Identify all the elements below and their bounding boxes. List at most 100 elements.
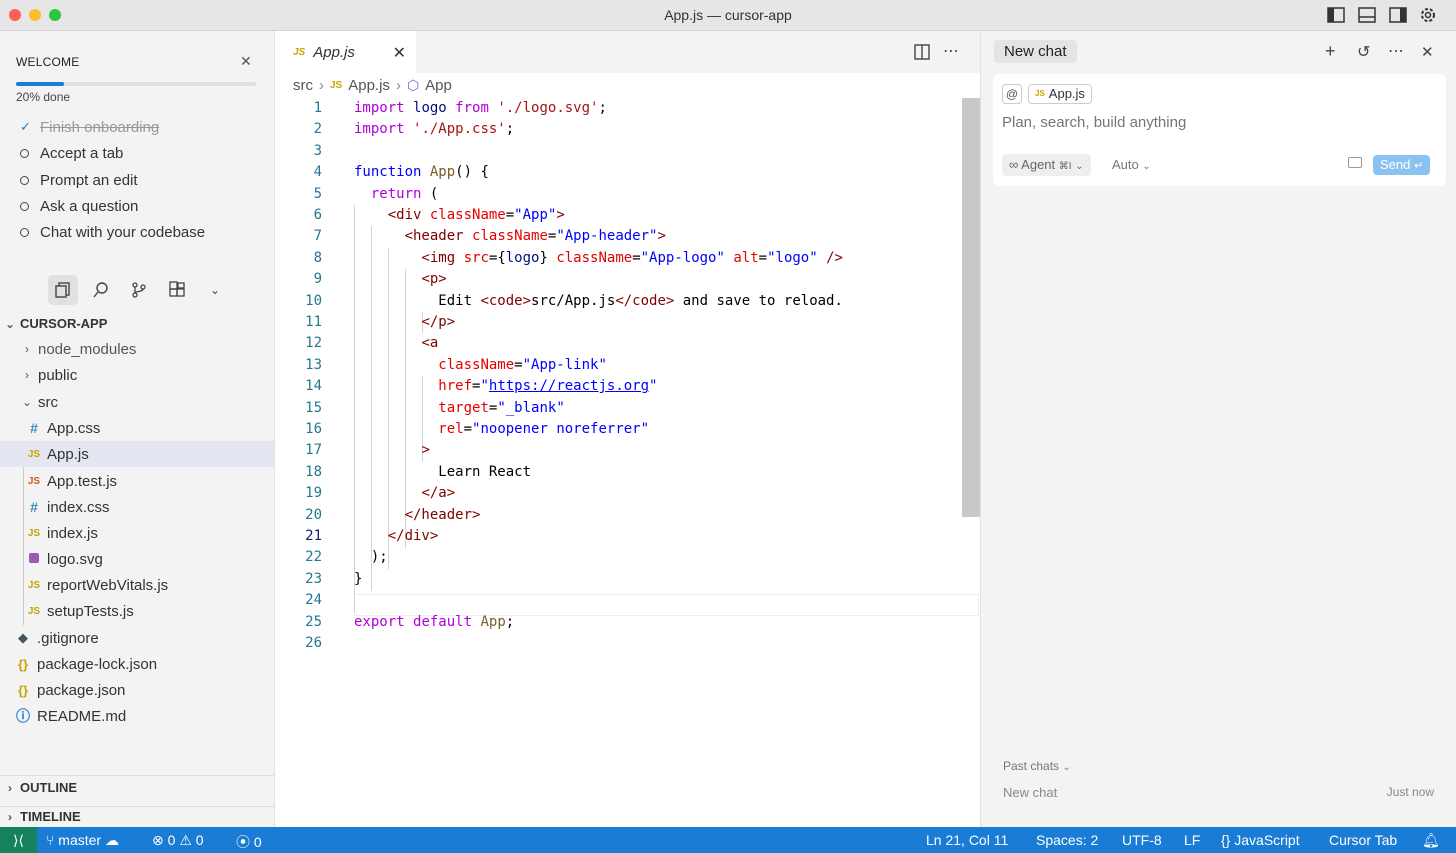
end-of-line[interactable]: LF — [1184, 832, 1200, 848]
editor-scrollbar[interactable] — [962, 98, 980, 517]
settings-gear-icon[interactable] — [1418, 5, 1438, 25]
code-line: 18 Learn React — [305, 463, 532, 480]
breadcrumb-file[interactable]: App.js — [348, 77, 390, 94]
code-line: 5 return ( — [313, 185, 439, 202]
breadcrumb: src › JS App.js › ⬡ App — [293, 77, 452, 94]
code-line: 12 <a — [305, 335, 439, 352]
error-icon: ⊗ — [152, 832, 168, 848]
tree-file-index-css[interactable]: # index.css — [0, 494, 274, 520]
image-attach-icon[interactable] — [1348, 157, 1362, 168]
svg-file-icon — [24, 552, 44, 566]
broadcast-icon: ⦿ — [236, 834, 254, 850]
tree-folder-src[interactable]: ⌄ src — [0, 389, 274, 415]
past-chat-time: Just now — [1386, 785, 1434, 799]
title-bar: App.js — cursor-app — [0, 0, 1456, 31]
extensions-icon[interactable] — [162, 275, 192, 305]
code-line: 8 <img src={logo} className="App-logo" a… — [313, 249, 843, 266]
js-file-icon: JS — [27, 527, 41, 539]
task-prompt-edit[interactable]: Prompt an edit — [20, 170, 138, 190]
editor-tab-bar: JS App.js ✕ ⋯ — [275, 31, 980, 73]
toggle-panel-icon[interactable] — [1357, 5, 1377, 25]
sidebar-bottom-sections: › OUTLINE › TIMELINE — [0, 775, 274, 824]
tree-folder-public[interactable]: › public — [0, 362, 274, 388]
send-button[interactable]: Send ↵ — [1373, 155, 1431, 175]
toggle-secondary-sidebar-icon[interactable] — [1388, 5, 1408, 25]
chat-tab-new-chat[interactable]: New chat — [994, 40, 1077, 63]
js-file-icon: JS — [27, 448, 41, 460]
tree-file-logo-svg[interactable]: logo.svg — [0, 546, 274, 572]
cursor-position[interactable]: Ln 21, Col 11 — [926, 832, 1008, 848]
breadcrumb-src[interactable]: src — [293, 77, 313, 94]
chevron-right-icon: › — [25, 368, 29, 382]
model-dropdown[interactable]: Auto ⌄ — [1112, 154, 1151, 178]
past-chat-item[interactable]: New chat — [1003, 785, 1057, 800]
problems-indicator[interactable]: ⊗ 0 ⚠ 0 — [152, 832, 204, 849]
tree-file-index-js[interactable]: JS index.js — [0, 520, 274, 546]
past-chats-header[interactable]: Past chats ⌄ — [1003, 759, 1071, 773]
task-finish-onboarding[interactable]: ✓ Finish onboarding — [20, 117, 159, 137]
branch-icon: ⑂ — [46, 832, 59, 848]
explorer-icon[interactable] — [48, 275, 78, 305]
more-actions-icon[interactable]: ⋯ — [1388, 41, 1404, 61]
close-chat-icon[interactable]: ✕ — [1421, 43, 1434, 61]
tree-file-app-test-js[interactable]: JS App.test.js — [0, 468, 274, 494]
ports-indicator[interactable]: ⦿ 0 — [236, 832, 262, 852]
chevron-right-icon: › — [25, 342, 29, 356]
tree-file-app-js[interactable]: JS App.js — [0, 441, 274, 467]
code-line-current: 21 </div> — [305, 528, 439, 544]
language-mode[interactable]: {} JavaScript — [1221, 832, 1300, 848]
tree-file-package-lock[interactable]: {} package-lock.json — [0, 651, 274, 677]
tree-file-report-web-vitals[interactable]: JS reportWebVitals.js — [0, 572, 274, 598]
welcome-close-icon[interactable]: ✕ — [240, 53, 252, 70]
tree-file-app-css[interactable]: # App.css — [0, 415, 274, 441]
code-line: 3 — [313, 142, 322, 159]
history-icon[interactable]: ↺ — [1357, 42, 1370, 62]
tree-file-setup-tests[interactable]: JS setupTests.js — [0, 598, 274, 624]
explorer-root-header[interactable]: ⌄ CURSOR-APP — [0, 316, 107, 331]
chevron-right-icon: › — [395, 77, 401, 94]
agent-mode-dropdown[interactable]: ∞ Agent ⌘I ⌄ — [1002, 154, 1091, 176]
tree-file-package-json[interactable]: {} package.json — [0, 677, 274, 703]
circle-icon — [20, 201, 29, 211]
circle-icon — [20, 227, 29, 237]
task-chat-codebase[interactable]: Chat with your codebase — [20, 222, 205, 242]
new-chat-plus-icon[interactable]: + — [1325, 41, 1336, 62]
code-line: 14 href="https://reactjs.org" — [305, 378, 658, 395]
breadcrumb-symbol[interactable]: App — [425, 77, 452, 94]
code-line: 15 target="_blank" — [305, 399, 565, 416]
mention-at-button[interactable]: @ — [1002, 84, 1022, 104]
close-tab-icon[interactable]: ✕ — [393, 43, 406, 63]
git-branch[interactable]: ⑂ master ☁ — [46, 832, 119, 849]
tab-app-js[interactable]: JS App.js ✕ — [275, 31, 416, 73]
task-accept-tab[interactable]: Accept a tab — [20, 143, 123, 163]
toggle-sidebar-icon[interactable] — [1326, 5, 1346, 25]
split-editor-icon[interactable] — [913, 43, 931, 61]
timeline-section-header[interactable]: › TIMELINE — [0, 806, 274, 824]
code-line: 23} — [305, 570, 363, 587]
search-icon[interactable] — [86, 275, 116, 305]
remote-indicator-icon[interactable]: ⟩⟨ — [0, 827, 37, 853]
code-line: 13 className="App-link" — [305, 356, 607, 373]
tree-file-gitignore[interactable]: ◆ .gitignore — [0, 625, 274, 651]
circle-icon — [20, 148, 29, 158]
css-file-icon: # — [30, 499, 38, 515]
enter-icon: ↵ — [1414, 160, 1424, 172]
notifications-bell-icon[interactable]: 🔔︎ — [1422, 832, 1440, 849]
js-test-file-icon: JS — [27, 475, 41, 487]
tree-file-readme[interactable]: ⓘ README.md — [0, 703, 274, 729]
task-ask-question[interactable]: Ask a question — [20, 196, 138, 216]
indentation[interactable]: Spaces: 2 — [1036, 832, 1098, 848]
source-control-icon[interactable] — [124, 275, 154, 305]
code-line: 7 <header className="App-header"> — [313, 228, 666, 245]
json-file-icon: {} — [17, 682, 29, 698]
context-file-chip[interactable]: JS App.js — [1028, 84, 1092, 104]
encoding[interactable]: UTF-8 — [1122, 832, 1162, 848]
more-actions-icon[interactable]: ⋯ — [943, 41, 959, 61]
more-views-chevron-down-icon[interactable]: ⌄ — [200, 275, 230, 305]
tree-folder-node-modules[interactable]: › node_modules — [0, 336, 274, 362]
outline-section-header[interactable]: › OUTLINE — [0, 780, 77, 795]
status-bar: ⟩⟨ ⑂ master ☁ ⊗ 0 ⚠ 0 ⦿ 0 Ln 21, Col 11 … — [0, 827, 1456, 853]
chat-input[interactable] — [1002, 114, 1432, 131]
code-line: 20 </header> — [305, 506, 481, 523]
cursor-tab-indicator[interactable]: Cursor Tab — [1329, 832, 1397, 848]
